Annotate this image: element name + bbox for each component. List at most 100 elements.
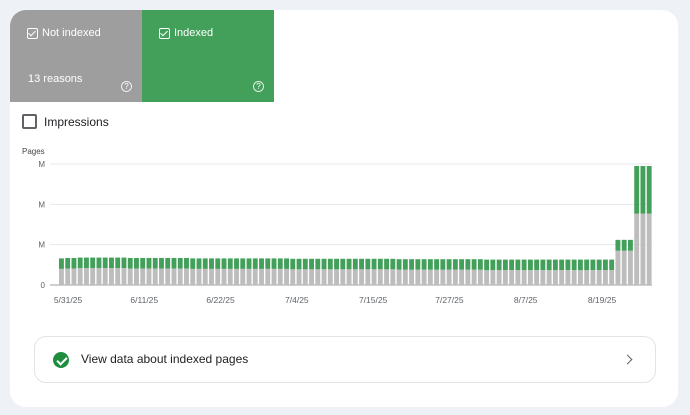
bar-indexed <box>271 258 277 269</box>
not-indexed-tile[interactable]: Not indexed 13 reasons ? <box>10 10 142 102</box>
bar-indexed <box>390 258 396 270</box>
bar-not-indexed <box>609 270 615 285</box>
bar-indexed <box>327 258 333 270</box>
bar-not-indexed <box>134 268 139 285</box>
bar-not-indexed <box>65 268 71 285</box>
indexed-label: Indexed <box>174 27 214 39</box>
bar-indexed <box>284 258 289 269</box>
bar-indexed <box>446 259 452 270</box>
bar-not-indexed <box>559 270 565 285</box>
checkbox-checked-icon[interactable] <box>27 28 38 39</box>
bar-not-indexed <box>227 268 233 285</box>
bar-not-indexed <box>215 268 221 285</box>
indexed-tile[interactable]: Indexed ? <box>142 10 274 102</box>
bar-indexed <box>634 166 640 214</box>
bar-indexed <box>471 259 477 270</box>
bar-indexed <box>209 258 214 269</box>
check-circle-icon <box>53 352 69 368</box>
bar-not-indexed <box>359 269 365 285</box>
bar-not-indexed <box>321 269 327 285</box>
bar-indexed <box>609 259 615 271</box>
bar-not-indexed <box>202 268 208 285</box>
bar-not-indexed <box>346 269 352 285</box>
bar-indexed <box>384 258 390 270</box>
bar-indexed <box>490 259 496 271</box>
bar-not-indexed <box>515 270 521 285</box>
bar-indexed <box>515 259 521 271</box>
bar-indexed <box>90 257 96 269</box>
bar-not-indexed <box>640 213 646 285</box>
bar-indexed <box>396 259 402 270</box>
bar-not-indexed <box>509 270 515 285</box>
bar-not-indexed <box>171 268 177 285</box>
bar-not-indexed <box>496 270 502 285</box>
bar-indexed <box>565 259 571 271</box>
bar-not-indexed <box>177 268 183 285</box>
bar-indexed <box>452 259 458 270</box>
bar-indexed <box>265 258 271 269</box>
bar-indexed <box>309 258 314 270</box>
bar-not-indexed <box>502 270 508 285</box>
checkbox-checked-icon[interactable] <box>159 28 170 39</box>
bar-indexed <box>259 258 264 269</box>
help-icon[interactable]: ? <box>253 81 264 92</box>
bar-not-indexed <box>327 269 333 285</box>
bar-not-indexed <box>271 268 277 285</box>
bar-indexed <box>196 258 202 269</box>
bar-not-indexed <box>315 269 321 285</box>
bar-indexed <box>621 239 627 251</box>
bar-indexed <box>615 239 621 251</box>
bar-not-indexed <box>615 250 621 285</box>
impressions-toggle[interactable]: Impressions <box>22 114 109 129</box>
impressions-checkbox[interactable] <box>22 114 37 129</box>
bar-indexed <box>109 257 114 269</box>
bar-not-indexed <box>396 269 402 285</box>
view-indexed-pages-label: View data about indexed pages <box>81 352 249 366</box>
bar-not-indexed <box>565 270 571 285</box>
bar-not-indexed <box>59 268 64 285</box>
bar-indexed <box>165 257 171 269</box>
bar-not-indexed <box>196 268 202 285</box>
x-tick-label: 7/15/25 <box>359 295 388 305</box>
bar-not-indexed <box>102 268 108 285</box>
bar-not-indexed <box>465 269 471 285</box>
bar-not-indexed <box>534 270 540 285</box>
bar-not-indexed <box>146 268 152 285</box>
bar-not-indexed <box>115 268 121 285</box>
bar-not-indexed <box>440 269 446 285</box>
bar-not-indexed <box>621 250 627 285</box>
help-icon[interactable]: ? <box>121 81 132 92</box>
bar-not-indexed <box>552 270 558 285</box>
bar-not-indexed <box>634 213 640 285</box>
bar-indexed <box>640 166 646 214</box>
bar-indexed <box>184 257 189 269</box>
bar-not-indexed <box>290 269 296 285</box>
bar-indexed <box>584 259 590 271</box>
bar-not-indexed <box>121 268 127 285</box>
view-indexed-pages-button[interactable]: View data about indexed pages <box>34 336 656 383</box>
bar-not-indexed <box>334 269 339 285</box>
bar-indexed <box>402 259 408 270</box>
bar-indexed <box>159 257 164 269</box>
x-tick-label: 7/27/25 <box>435 295 464 305</box>
bar-indexed <box>552 259 558 271</box>
y-tick-label: M <box>38 160 45 169</box>
bar-indexed <box>546 259 552 271</box>
bar-not-indexed <box>152 268 158 285</box>
bar-indexed <box>177 257 183 269</box>
bar-indexed <box>102 257 108 269</box>
bar-indexed <box>252 258 258 269</box>
bar-indexed <box>321 258 327 270</box>
bar-indexed <box>84 257 89 269</box>
bar-not-indexed <box>190 268 196 285</box>
bar-indexed <box>527 259 533 271</box>
bar-not-indexed <box>421 269 427 285</box>
bar-indexed <box>502 259 508 271</box>
not-indexed-label: Not indexed <box>42 27 101 39</box>
bar-indexed <box>221 258 227 269</box>
bar-not-indexed <box>140 268 146 285</box>
bar-indexed <box>440 259 446 270</box>
bar-not-indexed <box>452 269 458 285</box>
bar-not-indexed <box>627 250 633 285</box>
bar-not-indexed <box>71 268 77 285</box>
